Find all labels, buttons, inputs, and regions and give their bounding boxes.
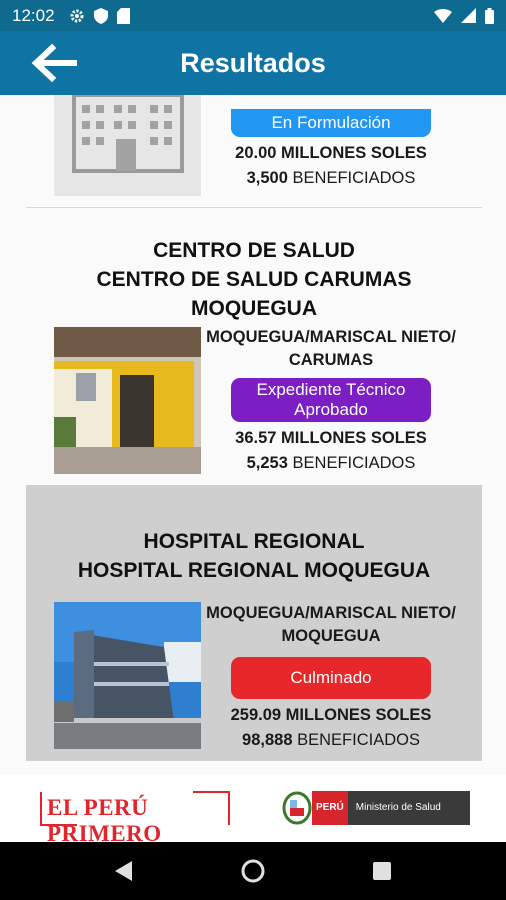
results-list[interactable]: En Formulación 20.00 MILLONES SOLES 3,50… xyxy=(0,95,506,775)
beneficiaries: 3,500 BENEFICIADOS xyxy=(206,166,456,190)
recents-square-icon[interactable] xyxy=(372,861,392,881)
signal-icon xyxy=(461,8,476,23)
status-badge: Culminado xyxy=(231,657,431,699)
beneficiaries-count: 98,888 xyxy=(242,731,293,749)
beneficiaries-label: BENEFICIADOS xyxy=(297,731,420,749)
home-circle-icon[interactable] xyxy=(241,859,265,883)
beneficiaries-label: BENEFICIADOS xyxy=(292,169,416,187)
location-district: CARUMAS xyxy=(288,351,374,369)
sd-card-icon xyxy=(116,7,130,24)
back-triangle-icon[interactable] xyxy=(114,860,134,882)
beneficiaries-label: BENEFICIADOS xyxy=(292,454,416,472)
project-location: MOQUEGUA/MARISCAL NIETO/ MOQUEGUA xyxy=(206,602,456,648)
result-card[interactable]: En Formulación 20.00 MILLONES SOLES 3,50… xyxy=(26,95,482,205)
status-time: 12:02 xyxy=(12,5,55,25)
ministerio-de-salud-logo: PERÚ Ministerio de Salud xyxy=(282,791,470,825)
location-path: MOQUEGUA/MARISCAL NIETO/ xyxy=(206,328,456,346)
result-card-selected[interactable]: HOSPITAL REGIONAL HOSPITAL REGIONAL MOQU… xyxy=(26,485,482,761)
project-region: MOQUEGUA xyxy=(191,297,317,320)
wifi-icon xyxy=(434,8,452,23)
location-district: MOQUEGUA xyxy=(281,627,381,645)
settings-icon xyxy=(70,9,84,22)
status-bar: 12:02 xyxy=(0,0,506,31)
project-title: CENTRO DE SALUD CARUMAS xyxy=(96,268,412,291)
project-type: CENTRO DE SALUD xyxy=(153,239,355,262)
beneficiaries: 5,253 BENEFICIADOS xyxy=(206,451,456,475)
project-amount: 20.00 MILLONES SOLES xyxy=(235,144,427,162)
battery-icon xyxy=(485,7,494,24)
project-info: MOQUEGUA/MARISCAL NIETO/ MOQUEGUA Culmin… xyxy=(206,602,456,752)
footer: EL PERÚ PRIMERO PERÚ Ministerio de Salud xyxy=(0,775,506,846)
location-path: MOQUEGUA/MARISCAL NIETO/ xyxy=(206,604,456,622)
ministry-label: Ministerio de Salud xyxy=(347,791,470,825)
beneficiaries-count: 3,500 xyxy=(246,169,288,187)
project-name: CENTRO DE SALUD CENTRO DE SALUD CARUMAS … xyxy=(26,236,482,323)
status-badge: En Formulación xyxy=(231,109,431,137)
shield-icon xyxy=(93,7,108,24)
project-amount: 36.57 MILLONES SOLES xyxy=(235,429,427,447)
project-amount: 259.09 MILLONES SOLES xyxy=(230,706,432,724)
system-nav-bar xyxy=(0,842,506,900)
project-image-placeholder xyxy=(54,95,201,196)
beneficiaries: 98,888 BENEFICIADOS xyxy=(206,728,456,752)
result-card[interactable]: CENTRO DE SALUD CENTRO DE SALUD CARUMAS … xyxy=(26,208,482,480)
back-button[interactable] xyxy=(22,31,86,95)
beneficiaries-count: 5,253 xyxy=(246,454,288,472)
project-info: En Formulación 20.00 MILLONES SOLES 3,50… xyxy=(206,109,456,190)
el-peru-primero-logo: EL PERÚ PRIMERO xyxy=(37,791,233,846)
arrow-left-icon xyxy=(31,43,77,83)
status-badge: Expediente Técnico Aprobado xyxy=(231,378,431,422)
project-info: MOQUEGUA/MARISCAL NIETO/ CARUMAS Expedie… xyxy=(206,326,456,475)
project-photo xyxy=(54,602,201,749)
project-location: MOQUEGUA/MARISCAL NIETO/ CARUMAS xyxy=(206,326,456,372)
building-icon xyxy=(72,95,184,173)
project-photo xyxy=(54,327,201,474)
peru-label: PERÚ xyxy=(312,791,348,825)
peru-coat-of-arms-icon xyxy=(282,791,312,825)
app-bar: Resultados xyxy=(0,31,506,95)
project-title: HOSPITAL REGIONAL MOQUEGUA xyxy=(77,559,431,582)
project-name: HOSPITAL REGIONAL HOSPITAL REGIONAL MOQU… xyxy=(26,527,482,585)
project-type: HOSPITAL REGIONAL xyxy=(143,530,365,553)
